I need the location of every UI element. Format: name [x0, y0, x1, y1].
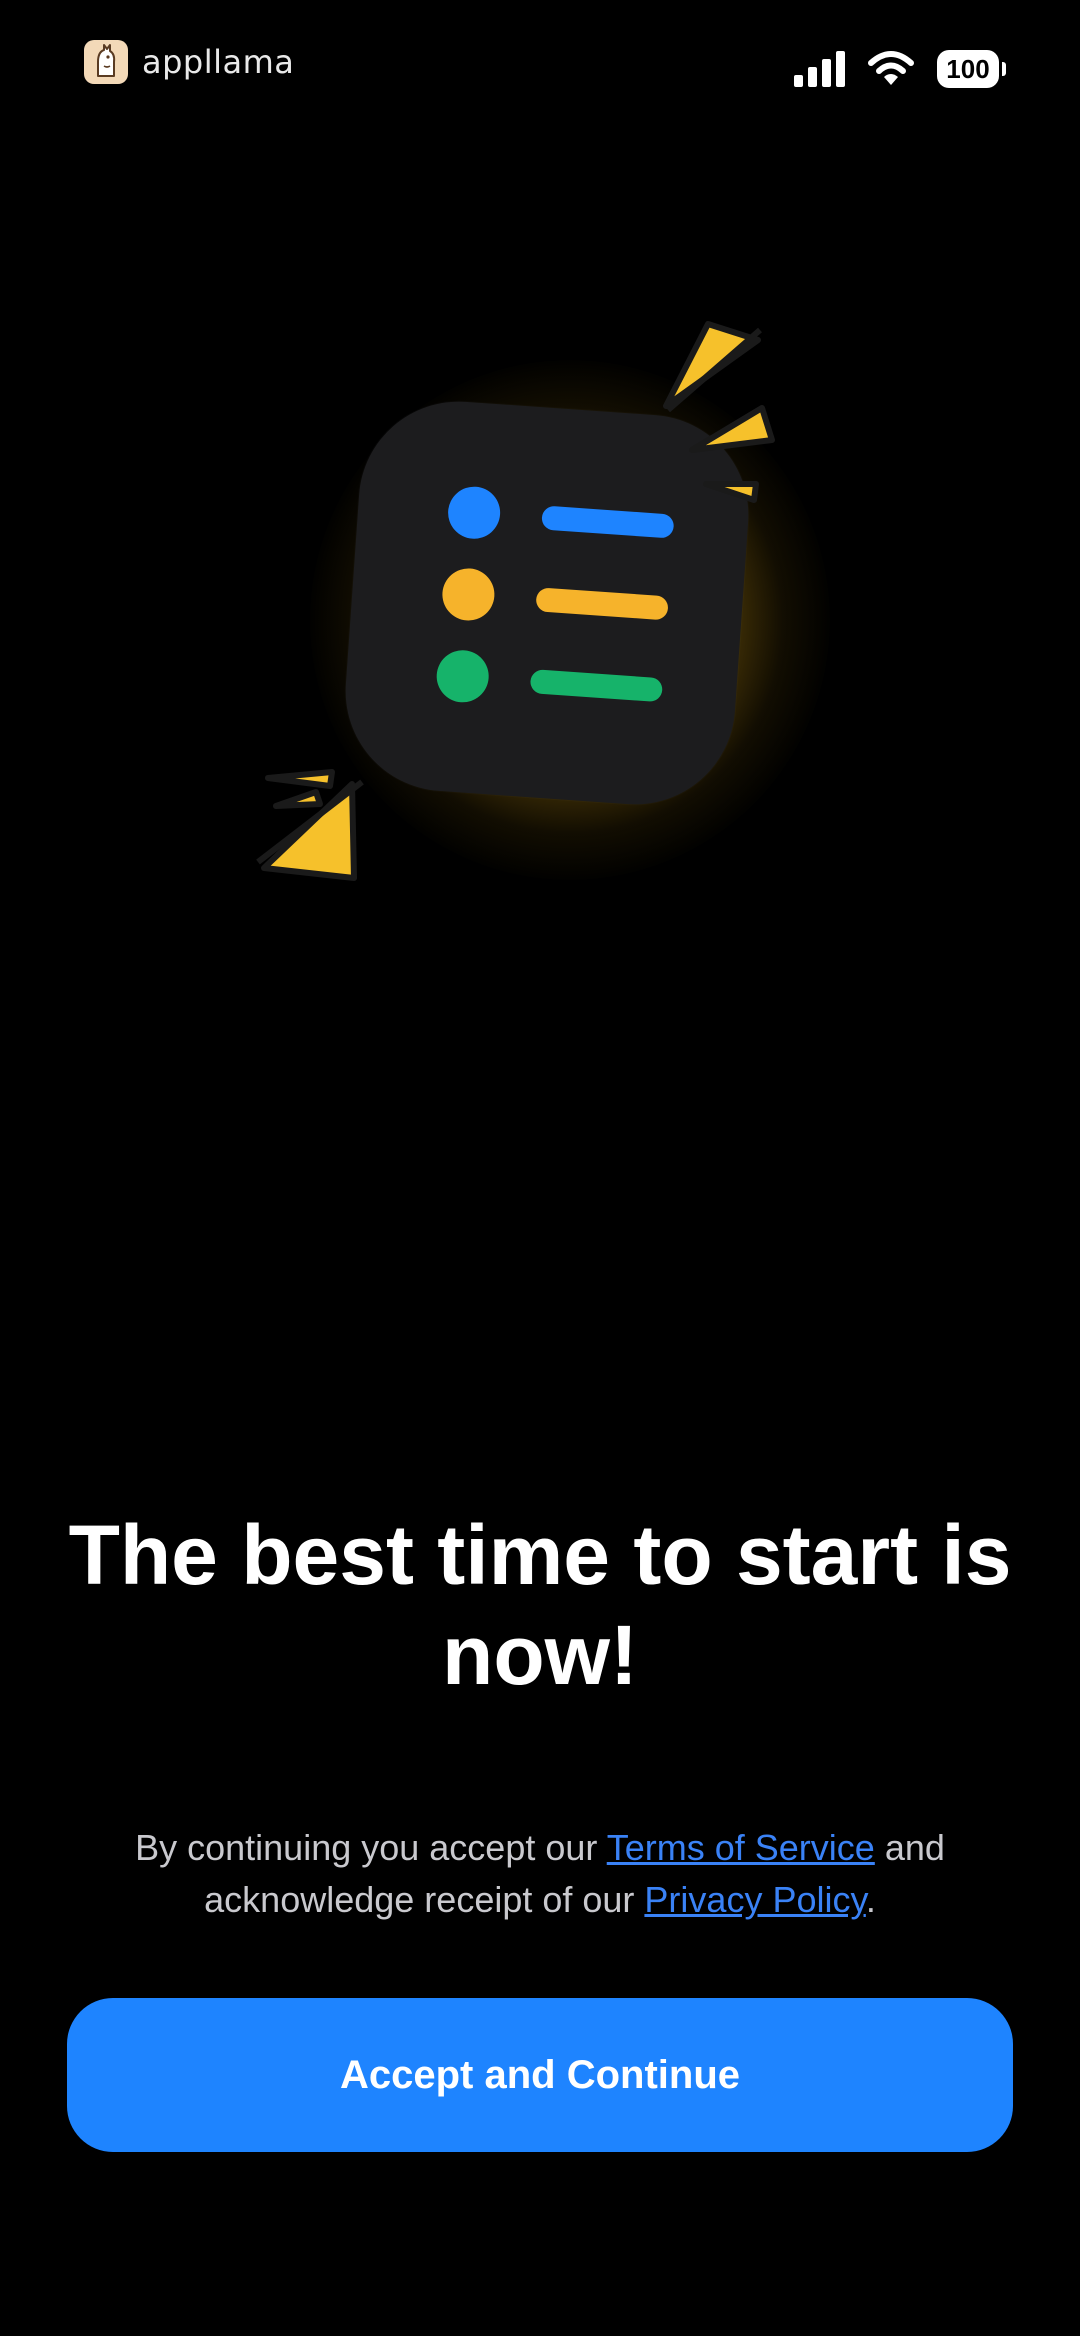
sparkle-icon — [256, 321, 775, 881]
legal-notice: By continuing you accept our Terms of Se… — [60, 1822, 1020, 1926]
brand-name: appllama — [142, 43, 295, 81]
status-icons: 100 — [794, 50, 1006, 88]
hero-illustration — [240, 300, 880, 940]
wifi-icon — [868, 51, 914, 85]
battery-level: 100 — [937, 50, 999, 88]
legal-text: . — [865, 1879, 876, 1920]
status-bar: appllama 100 — [0, 0, 1080, 140]
page-title: The best time to start is now! — [68, 1508, 1012, 1702]
accept-and-continue-button[interactable]: Accept and Continue — [67, 1998, 1013, 2152]
battery-icon: 100 — [937, 50, 1006, 88]
legal-text: By continuing you accept our — [135, 1827, 607, 1868]
llama-logo-icon — [84, 40, 128, 84]
privacy-policy-link[interactable]: Privacy Policy — [644, 1879, 865, 1920]
terms-of-service-link[interactable]: Terms of Service — [607, 1827, 875, 1868]
brand: appllama — [84, 40, 294, 84]
cellular-signal-icon — [794, 51, 845, 87]
